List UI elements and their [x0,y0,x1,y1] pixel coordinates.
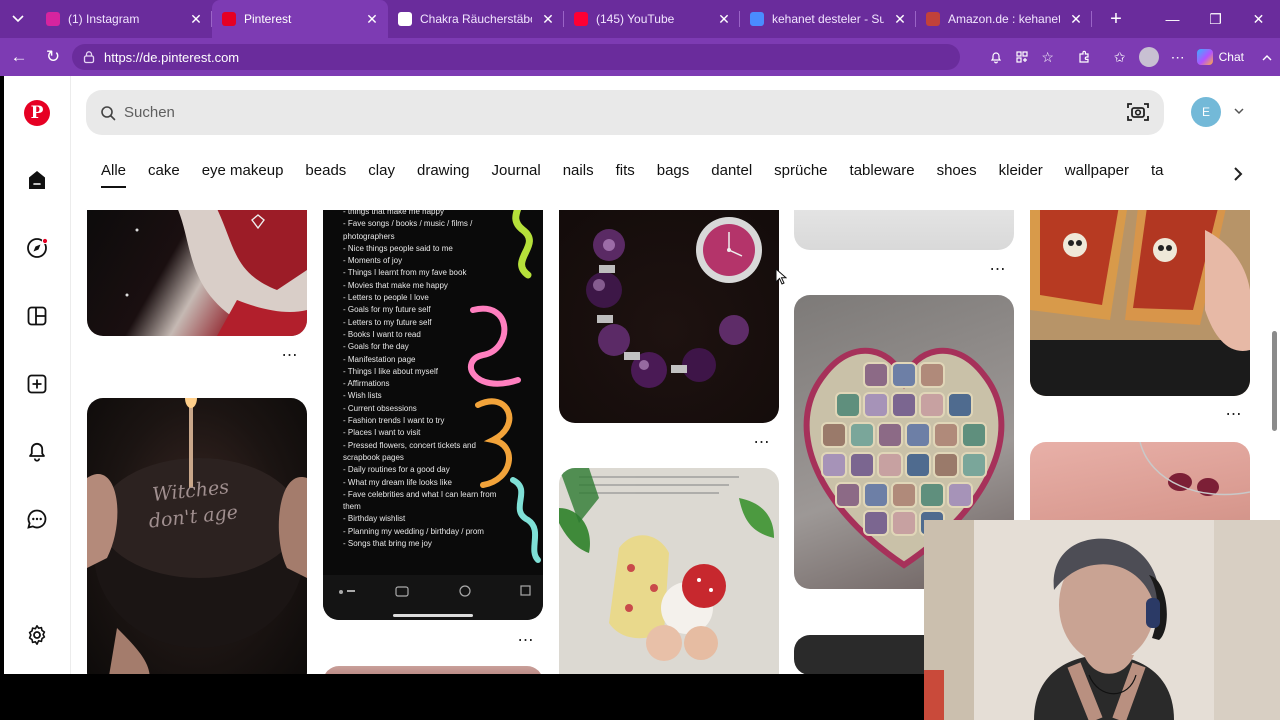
more-options-icon[interactable]: ⋯ [1165,38,1191,76]
back-button[interactable]: ← [2,38,36,76]
window-controls: — ❐ ✕ [1151,0,1280,38]
extensions-icon[interactable] [1071,38,1097,76]
reload-button[interactable]: ↻ [36,38,70,76]
page-scrollbar-thumb[interactable] [1272,331,1277,431]
category-tabs: Alle cake eye makeup beads clay drawing Journa… [101,158,1207,190]
copilot-icon [1196,49,1213,65]
webcam-overlay [924,520,1280,720]
url-text: https://de.pinterest.com [104,49,240,65]
search-input[interactable] [124,104,1024,121]
close-tab-icon[interactable]: ✕ [364,11,380,28]
category-tab[interactable]: kleider [999,158,1043,190]
profile-avatar[interactable] [1138,47,1159,67]
category-tab[interactable]: dantel [711,158,752,190]
category-tab[interactable]: eye makeup [202,158,284,190]
browser-tab[interactable]: Pinterest ✕ [212,0,388,38]
pin-more-options-icon[interactable]: ⋯ [1224,407,1244,423]
tab-title: Chakra Räucherstäbchen [420,12,532,26]
favorite-star-icon[interactable]: ☆ [1035,38,1061,76]
category-tab[interactable]: nails [563,158,594,190]
notifications-icon[interactable] [983,38,1009,76]
tab-title: Pinterest [244,12,292,26]
category-tab[interactable]: cake [148,158,180,190]
search-icon [101,105,116,120]
category-tab[interactable]: fits [616,158,635,190]
search-icon [750,12,764,26]
pin-handmade-dolls[interactable] [559,468,779,674]
tab-title: Amazon.de : kehanet de [948,12,1060,26]
pin-witches-cake[interactable]: Witches don't age [87,398,307,674]
pin-partial-bottom[interactable] [323,666,543,674]
browser-tab[interactable]: Amazon.de : kehanet de ✕ [916,0,1092,38]
visual-search-camera-icon[interactable] [1126,101,1150,123]
pin-illustration-red-figure[interactable] [87,210,307,336]
chat-label: Chat [1218,50,1244,64]
copilot-chat-button[interactable]: Chat [1191,49,1254,65]
pin-more-options-icon[interactable]: ⋯ [988,262,1008,278]
browser-tab-bar: (1) Instagram ✕ Pinterest ✕ Chakra Räucherst… [0,0,1280,38]
pin-skull-pizza[interactable] [1030,210,1250,396]
app-available-icon[interactable] [1009,38,1035,76]
browser-tab[interactable]: kehanet desteler - Such ✕ [740,0,916,38]
tab-strip: (1) Instagram ✕ Pinterest ✕ Chakra Räucherst… [36,0,1092,38]
favorites-icon[interactable]: ✩ [1107,38,1133,76]
category-tab[interactable]: beads [305,158,346,190]
close-tab-icon[interactable]: ✕ [188,11,204,28]
close-window-icon[interactable]: ✕ [1237,0,1280,38]
screen: (1) Instagram ✕ Pinterest ✕ Chakra Räucherst… [0,0,1280,720]
category-tab[interactable]: tableware [850,158,915,190]
shop-icon [398,12,412,26]
category-tab[interactable]: shoes [937,158,977,190]
youtube-icon [574,12,588,26]
pin-more-options-icon[interactable]: ⋯ [516,633,536,649]
minimize-icon[interactable]: — [1151,0,1194,38]
amazon-icon [926,12,940,26]
tab-title: (1) Instagram [68,12,140,26]
tab-title: kehanet desteler - Such [772,12,884,26]
browser-tab[interactable]: Chakra Räucherstäbchen ✕ [388,0,564,38]
pin-journal-ideas-list[interactable]: - things that make me happy - Fave songs … [323,210,543,620]
close-tab-icon[interactable]: ✕ [892,11,908,28]
user-avatar[interactable]: E [1191,97,1221,127]
category-tab[interactable]: Journal [492,158,541,190]
category-tab[interactable]: bags [657,158,690,190]
categories-next-chevron-icon[interactable] [1228,164,1248,184]
pin-more-options-icon[interactable]: ⋯ [280,348,300,364]
tab-actions-menu-icon[interactable] [0,0,36,38]
browser-tab[interactable]: (145) YouTube ✕ [564,0,740,38]
pinterest-icon [222,12,236,26]
pin-more-options-icon[interactable]: ⋯ [752,435,772,451]
category-tab[interactable]: Alle [101,158,127,188]
search-bar[interactable] [86,90,1164,135]
pin-beaded-watch-bracelet[interactable] [559,210,779,423]
maximize-icon[interactable]: ❐ [1194,0,1237,38]
address-bar[interactable]: https://de.pinterest.com [72,44,960,70]
site-info-icon[interactable] [82,50,96,64]
account-chevron-down-icon[interactable] [1233,105,1245,117]
close-tab-icon[interactable]: ✕ [1068,11,1084,28]
category-tab[interactable]: drawing [417,158,470,190]
new-tab-button[interactable]: + [1098,8,1134,31]
category-tab[interactable]: wallpaper [1065,158,1129,190]
sidebar-collapse-icon[interactable] [1254,38,1280,76]
instagram-icon [46,12,60,26]
close-tab-icon[interactable]: ✕ [716,11,732,28]
close-tab-icon[interactable]: ✕ [540,11,556,28]
browser-tab[interactable]: (1) Instagram ✕ [36,0,212,38]
pinterest-logo-icon[interactable]: P [22,98,52,128]
browser-toolbar: ← ↻ https://de.pinterest.com ☆ ✩ ⋯ Chat [0,38,1280,76]
pin-white-fabric[interactable] [794,210,1014,250]
category-tab[interactable]: ta [1151,158,1164,190]
category-tab[interactable]: clay [368,158,395,190]
tab-title: (145) YouTube [596,12,675,26]
category-tab[interactable]: sprüche [774,158,827,190]
mouse-cursor-icon [775,268,787,285]
toolbar-icons: ☆ ✩ ⋯ Chat [983,38,1280,76]
home-icon[interactable] [22,165,52,195]
